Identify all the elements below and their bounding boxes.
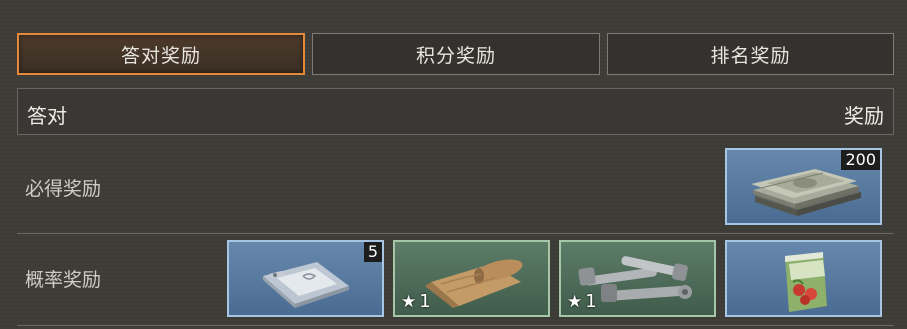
star-icon: ★ [401, 291, 417, 312]
reward-slot-seed-pack[interactable] [725, 240, 882, 317]
reward-slot-money[interactable]: 200 [725, 148, 882, 225]
star-rating: ★ 1 [567, 291, 597, 312]
row-divider [17, 233, 894, 234]
header-answer-label: 答对 [27, 104, 67, 128]
guaranteed-reward-label: 必得奖励 [25, 178, 102, 200]
tab-points-rewards[interactable]: 积分奖励 [312, 33, 600, 75]
tab-label: 排名奖励 [710, 44, 791, 67]
plastic-bag-icon [263, 262, 349, 308]
reward-tabs: 答对奖励 积分奖励 排名奖励 [17, 33, 894, 75]
seed-pack-icon [785, 252, 827, 312]
tab-ranking-rewards[interactable]: 排名奖励 [607, 33, 894, 75]
reward-slot-cloth-roll[interactable]: ★ 1 [393, 240, 550, 317]
row-divider [17, 325, 894, 326]
star-rating: ★ 1 [401, 291, 431, 312]
header-reward-label: 奖励 [844, 104, 884, 128]
item-count: 200 [841, 150, 880, 170]
star-count: 1 [585, 291, 597, 312]
tab-label: 积分奖励 [415, 44, 496, 67]
star-icon: ★ [567, 291, 583, 312]
reward-slot-plastic-bag[interactable]: 5 [227, 240, 384, 317]
reward-slot-bolts[interactable]: ★ 1 [559, 240, 716, 317]
item-count: 5 [363, 242, 382, 262]
tab-answer-rewards[interactable]: 答对奖励 [17, 33, 305, 75]
rewards-table-header: 答对 奖励 [17, 88, 894, 135]
tab-label: 答对奖励 [120, 44, 201, 67]
probability-reward-label: 概率奖励 [25, 269, 102, 291]
star-count: 1 [419, 291, 431, 312]
